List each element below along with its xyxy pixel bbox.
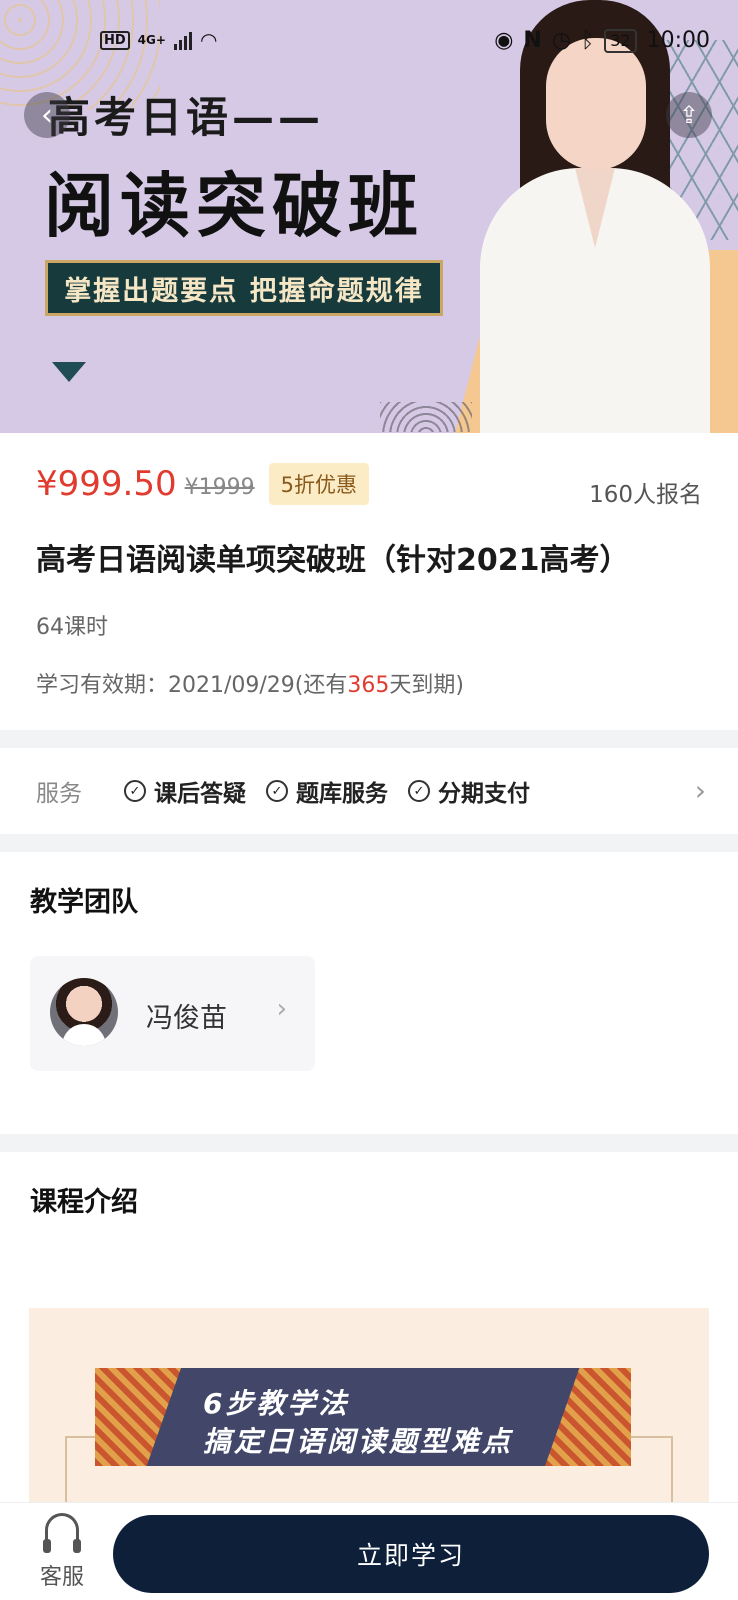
teacher-card[interactable]: 冯俊苗 › (30, 956, 315, 1071)
hero-title-line1: 高考日语—— (48, 93, 325, 142)
banner-title-box: 6步教学法 搞定日语阅读题型难点 (95, 1368, 631, 1466)
chevron-left-icon: ‹ (41, 97, 53, 133)
pattern-corner-left (95, 1368, 181, 1466)
wave-pattern (380, 402, 472, 432)
intro-banner-image: 6步教学法 搞定日语阅读题型难点 (29, 1308, 709, 1518)
course-intro-section: 课程介绍 6步教学法 搞定日语阅读题型难点 (0, 1152, 738, 1518)
service-item: ✓ 题库服务 (266, 774, 388, 808)
customer-service-button[interactable]: 客服 (30, 1513, 94, 1591)
service-label: 课后答疑 (154, 781, 246, 807)
hero-tagline: 掌握出题要点 把握命题规律 (45, 260, 443, 316)
hd-badge: HD (100, 30, 130, 50)
check-circle-icon: ✓ (124, 780, 146, 802)
current-price: ¥999.50 (36, 464, 177, 504)
validity-period: 学习有效期：2021/09/29(还有365天到期) (36, 667, 464, 699)
price-row: ¥999.50 ¥1999 5折优惠 (36, 463, 369, 505)
chevron-right-icon: › (694, 774, 706, 807)
course-detail-page: 高考日语—— 阅读突破班 掌握出题要点 把握命题规律 HD 4G+ ◠ ◉ N … (0, 0, 738, 1600)
validity-prefix: 学习有效期：2021/09/29(还有 (36, 673, 348, 698)
nfc-icon: N (523, 28, 542, 53)
avatar (50, 978, 118, 1046)
check-circle-icon: ✓ (266, 780, 288, 802)
course-hero-banner: 高考日语—— 阅读突破班 掌握出题要点 把握命题规律 HD 4G+ ◠ ◉ N … (0, 0, 738, 433)
hero-title-line2: 阅读突破班 (44, 165, 424, 247)
chevron-right-icon: › (276, 994, 287, 1024)
validity-suffix: 天到期) (389, 673, 464, 698)
teaching-team-section: 教学团队 冯俊苗 › (0, 852, 738, 1134)
headset-icon (43, 1513, 81, 1553)
wifi-icon: ◠ (199, 28, 218, 52)
study-now-button[interactable]: 立即学习 (113, 1515, 709, 1593)
bottom-action-bar: 客服 立即学习 (0, 1502, 738, 1600)
services-label: 服务 (36, 781, 82, 807)
enrolled-count: 160人报名 (589, 482, 702, 508)
bluetooth-icon: ᛒ (581, 28, 595, 53)
network-type: 4G+ (137, 33, 166, 47)
intro-section-title: 课程介绍 (30, 1187, 138, 1218)
service-item: ✓ 课后答疑 (124, 774, 246, 808)
original-price: ¥1999 (184, 474, 255, 500)
back-button[interactable]: ‹ (24, 92, 70, 138)
course-info-card: ¥999.50 ¥1999 5折优惠 160人报名 高考日语阅读单项突破班（针对… (0, 433, 738, 730)
clock-time: 10:00 (646, 28, 710, 53)
course-hours: 64课时 (36, 615, 108, 640)
alarm-icon: ◷ (551, 28, 572, 53)
signal-icon (173, 30, 192, 50)
validity-days: 365 (347, 673, 390, 698)
services-row[interactable]: 服务 ✓ 课后答疑 ✓ 题库服务 ✓ 分期支付 › (0, 748, 738, 834)
service-label: 题库服务 (296, 781, 388, 807)
share-icon: ⇪ (678, 101, 700, 129)
eye-icon: ◉ (494, 28, 514, 53)
triangle-icon (52, 362, 86, 382)
teacher-photo (480, 0, 710, 433)
course-title: 高考日语阅读单项突破班（针对2021高考） (36, 543, 630, 578)
discount-badge: 5折优惠 (268, 463, 369, 505)
pattern-corner-right (545, 1368, 631, 1466)
status-bar: HD 4G+ ◠ ◉ N ◷ ᛒ 32 10:00 (0, 26, 738, 62)
share-button[interactable]: ⇪ (666, 92, 712, 138)
banner-line1: 6步教学法 (203, 1387, 350, 1420)
service-label: 分期支付 (438, 781, 530, 807)
banner-line2: 搞定日语阅读题型难点 (203, 1425, 514, 1458)
battery-icon: 32 (604, 28, 637, 53)
service-item: ✓ 分期支付 (408, 774, 530, 808)
check-circle-icon: ✓ (408, 780, 430, 802)
customer-service-label: 客服 (39, 1565, 84, 1590)
teacher-name: 冯俊苗 (146, 1003, 227, 1034)
team-section-title: 教学团队 (30, 887, 138, 918)
